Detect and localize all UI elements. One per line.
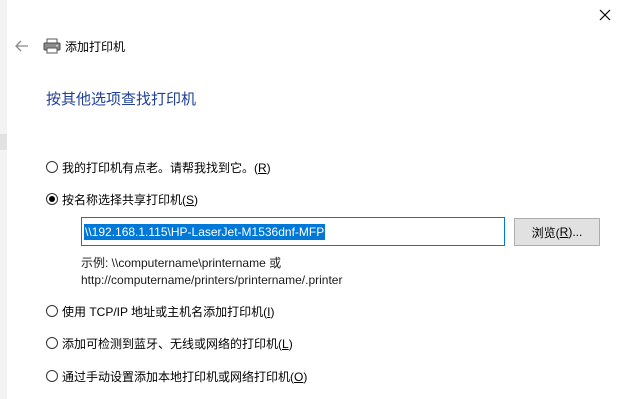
option-label: 使用 TCP/IP 地址或主机名添加打印机(I) [62,304,275,319]
shared-printer-name-input[interactable]: \\192.168.1.115\HP-LaserJet-M1536dnf-MFP [81,217,505,246]
example-line-1: 示例: \\computername\printername 或 [81,256,282,270]
example-line-2: http://computername/printers/printername… [81,273,343,287]
radio-find-old-printer[interactable] [46,161,58,173]
left-background-strip [0,0,7,399]
option-find-old-printer[interactable]: 我的打印机有点老。请帮我找到它。(R) [46,158,271,176]
option-label: 添加可检测到蓝牙、无线或网络的打印机(L) [62,336,293,351]
printer-icon [43,38,61,54]
back-arrow-icon [15,40,28,52]
option-select-shared-printer[interactable]: 按名称选择共享打印机(S) [46,190,198,208]
option-bluetooth-wireless[interactable]: 添加可检测到蓝牙、无线或网络的打印机(L) [46,334,293,352]
wizard-title: 添加打印机 [65,40,126,54]
example-text: 示例: \\computername\printername 或 http://… [81,255,342,289]
back-button[interactable] [12,36,32,56]
close-button[interactable] [588,0,622,30]
option-label: 我的打印机有点老。请帮我找到它。(R) [62,160,271,175]
browse-button[interactable]: 浏览(R)... [514,218,600,246]
radio-local-manual[interactable] [46,370,58,382]
radio-bluetooth-wireless[interactable] [46,337,58,349]
page-heading: 按其他选项查找打印机 [46,91,197,108]
radio-tcpip[interactable] [46,305,58,317]
option-label: 按名称选择共享打印机(S) [62,192,199,207]
close-icon [599,9,611,21]
option-tcpip[interactable]: 使用 TCP/IP 地址或主机名添加打印机(I) [46,302,274,320]
option-local-manual[interactable]: 通过手动设置添加本地打印机或网络打印机(O) [46,367,307,385]
radio-select-shared-printer[interactable] [46,193,58,205]
selected-text: \\192.168.1.115\HP-LaserJet-M1536dnf-MFP [84,223,326,240]
left-strip-marker [0,134,7,150]
option-label: 通过手动设置添加本地打印机或网络打印机(O) [62,369,308,384]
